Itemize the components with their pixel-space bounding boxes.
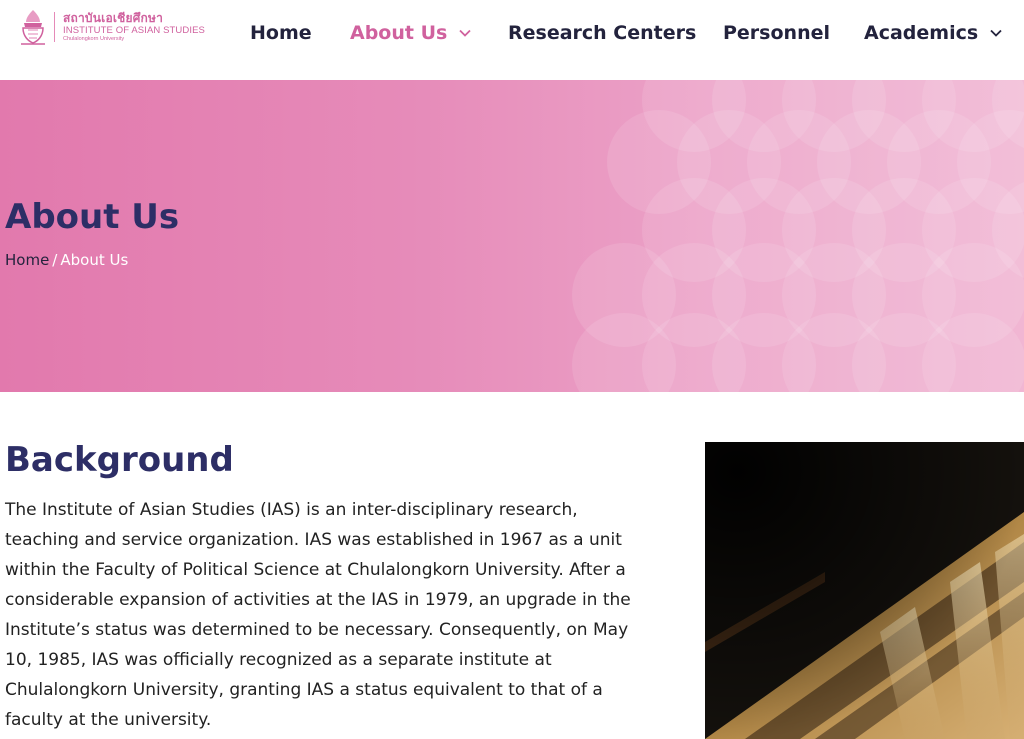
logo-divider xyxy=(54,12,55,42)
paragraph-line: Chulalongkorn University, granting IAS a… xyxy=(5,680,603,700)
paragraph-line: teaching and service organization. IAS w… xyxy=(5,530,622,550)
paragraph-line: The Institute of Asian Studies (IAS) is … xyxy=(5,500,578,520)
paragraph-line: considerable expansion of activities at … xyxy=(5,590,631,610)
nav-item-label: Academics xyxy=(864,22,979,44)
logo-english-name: INSTITUTE OF ASIAN STUDIES xyxy=(63,24,205,36)
scallop-pattern xyxy=(572,80,1024,392)
page-title: About Us xyxy=(5,197,180,237)
nav-item-label: About Us xyxy=(350,22,448,44)
site-header: สถาบันเอเชียศึกษา INSTITUTE OF ASIAN STU… xyxy=(0,0,1024,80)
nav-item-academics[interactable]: Academics xyxy=(864,18,1002,48)
nav-item-home[interactable]: Home xyxy=(250,18,312,48)
temple-photo xyxy=(705,442,1024,739)
logo-thai-name: สถาบันเอเชียศึกษา xyxy=(63,10,164,25)
paragraph-line: Institute’s status was determined to be … xyxy=(5,620,629,640)
site-logo[interactable]: สถาบันเอเชียศึกษา INSTITUTE OF ASIAN STU… xyxy=(20,6,210,48)
nav-item-personnel[interactable]: Personnel xyxy=(723,18,830,48)
nav-item-research-centers[interactable]: Research Centers xyxy=(508,18,696,48)
breadcrumb-separator: / xyxy=(52,251,58,269)
page-hero-banner: About Us Home / About Us xyxy=(0,80,1024,392)
breadcrumb-home-link[interactable]: Home xyxy=(5,251,49,269)
paragraph-line: within the Faculty of Political Science … xyxy=(5,560,626,580)
nav-item-label: Research Centers xyxy=(508,22,697,44)
logo-text: สถาบันเอเชียศึกษา INSTITUTE OF ASIAN STU… xyxy=(63,12,205,43)
chevron-down-icon xyxy=(990,29,1002,37)
nav-item-label: Personnel xyxy=(723,22,830,44)
chevron-down-icon xyxy=(459,29,471,37)
chula-emblem-icon xyxy=(21,10,45,45)
breadcrumb-current: About Us xyxy=(60,251,129,269)
nav-item-about-us[interactable]: About Us xyxy=(350,18,471,48)
paragraph-line: faculty at the university. xyxy=(5,710,212,730)
breadcrumb: Home / About Us xyxy=(5,251,128,269)
background-paragraph: The Institute of Asian Studies (IAS) is … xyxy=(5,495,665,735)
temple-wall-illustration xyxy=(705,442,1024,739)
section-title-background: Background xyxy=(5,440,234,480)
nav-item-label: Home xyxy=(250,22,312,44)
paragraph-line: 10, 1985, IAS was officially recognized … xyxy=(5,650,552,670)
logo-university: Chulalongkorn University xyxy=(63,36,125,42)
